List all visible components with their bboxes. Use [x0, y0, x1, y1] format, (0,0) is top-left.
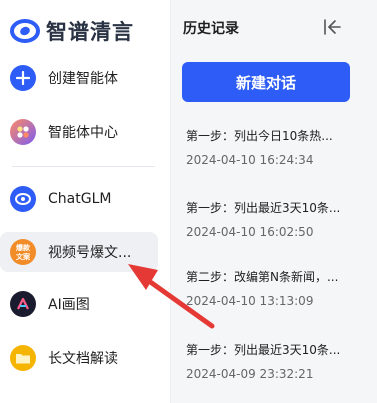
sidebar: 智谱清言 创建智能体 智能体中心 ChatGLM 爆款 文案 视频号爆文... …: [0, 0, 170, 403]
ai-drawing-icon: [10, 291, 36, 317]
chatglm-icon: [10, 186, 36, 212]
agents-hub-icon: [10, 119, 36, 145]
history-item-title: 第一步：列出最近3天10条...: [186, 343, 341, 357]
nav-viral-article-agent[interactable]: 爆款 文案 视频号爆文...: [0, 232, 158, 272]
nav-chatglm[interactable]: ChatGLM: [0, 179, 158, 219]
viral-article-agent-icon: 爆款 文案: [10, 239, 36, 265]
nav-label: AI画图: [48, 297, 90, 313]
history-item[interactable]: 第一步：列出最近3天10条... 2024-04-09 23:32:21: [186, 341, 366, 381]
history-item-title: 第一步：列出今日10条热...: [186, 129, 333, 143]
collapse-panel-icon[interactable]: [321, 16, 343, 38]
brand-logo[interactable]: 智谱清言: [10, 14, 134, 48]
svg-text:爆款: 爆款: [16, 243, 31, 252]
nav-long-document[interactable]: 长文档解读: [0, 338, 158, 378]
history-panel: 历史记录 新建对话 第一步：列出今日10条热... 2024-04-10 16:…: [171, 0, 377, 403]
history-item-title: 第二步：改编第N条新闻，...: [186, 270, 339, 284]
brand-name: 智谱清言: [46, 20, 134, 44]
history-item-title: 第一步：列出最近3天10条...: [186, 201, 341, 215]
new-chat-button[interactable]: 新建对话: [182, 62, 350, 102]
history-item-time: 2024-04-09 23:32:21: [186, 367, 314, 381]
history-title: 历史记录: [183, 21, 239, 37]
nav-label: 创建智能体: [48, 71, 118, 87]
history-item-time: 2024-04-10 16:02:50: [186, 225, 314, 239]
nav-label: ChatGLM: [48, 191, 112, 207]
nav-agent-hub[interactable]: 智能体中心: [0, 112, 158, 152]
nav-ai-drawing[interactable]: AI画图: [0, 284, 158, 324]
zhipu-logo-icon: [10, 19, 40, 43]
plus-icon: [10, 65, 36, 91]
history-item-time: 2024-04-10 13:13:09: [186, 294, 314, 308]
nav-label: 长文档解读: [48, 351, 118, 367]
sidebar-divider: [12, 166, 155, 167]
history-item[interactable]: 第一步：列出最近3天10条... 2024-04-10 16:02:50: [186, 199, 366, 239]
folder-icon: [10, 345, 36, 371]
history-item[interactable]: 第一步：列出今日10条热... 2024-04-10 16:24:34: [186, 127, 366, 167]
nav-create-agent[interactable]: 创建智能体: [0, 58, 158, 98]
history-item-time: 2024-04-10 16:24:34: [186, 153, 314, 167]
nav-label: 智能体中心: [48, 125, 118, 141]
history-item[interactable]: 第二步：改编第N条新闻，... 2024-04-10 13:13:09: [186, 268, 366, 308]
svg-text:文案: 文案: [16, 252, 31, 261]
nav-label: 视频号爆文...: [48, 245, 132, 261]
